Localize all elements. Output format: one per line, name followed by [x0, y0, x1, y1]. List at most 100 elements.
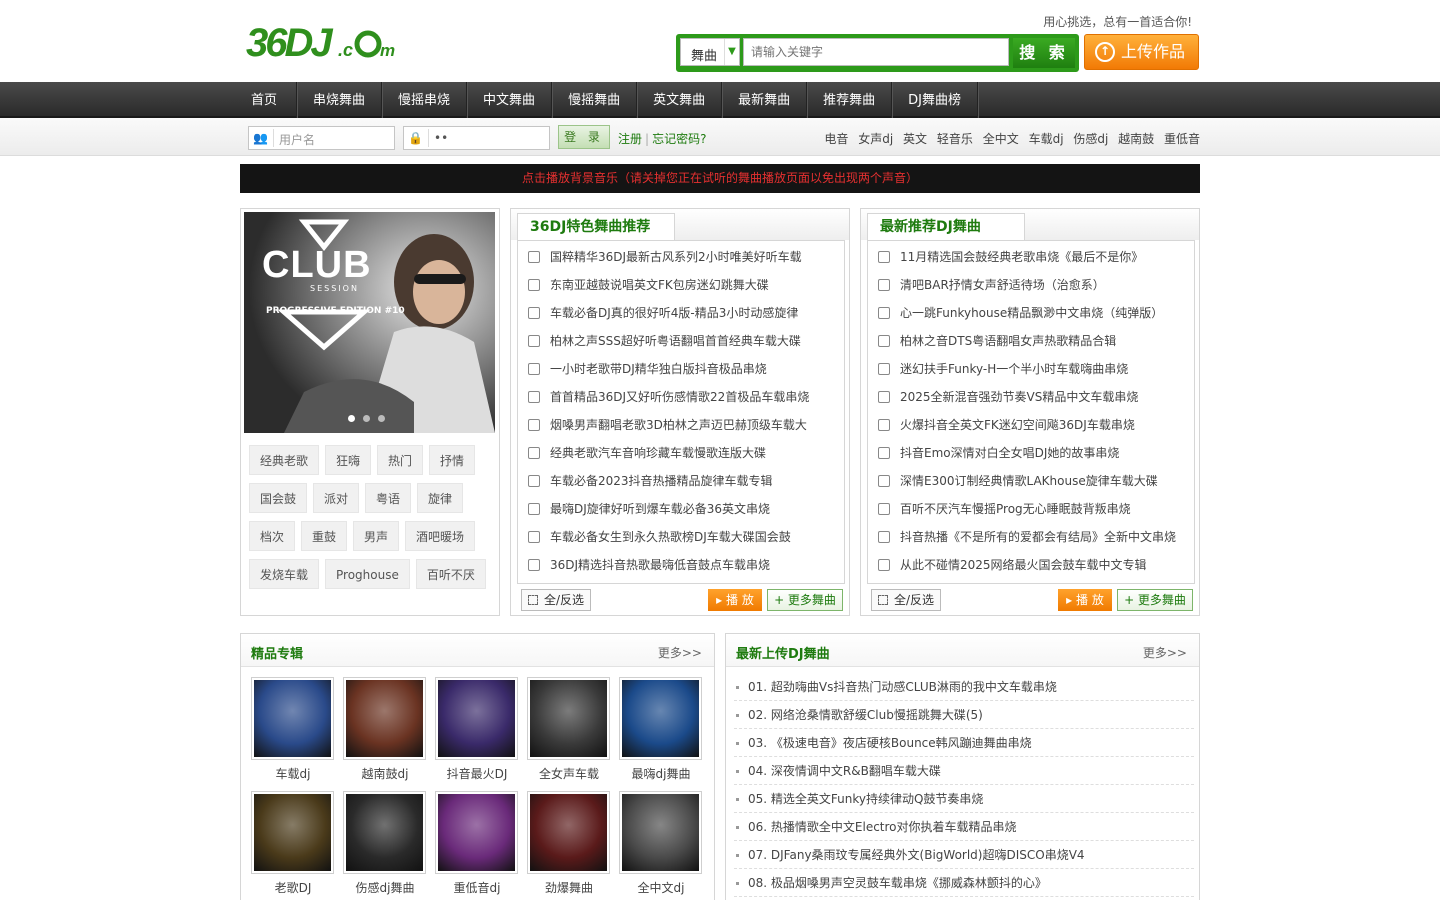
song-checkbox[interactable] [528, 307, 540, 319]
nav-item-chinese[interactable]: 中文舞曲 [467, 82, 553, 118]
song-checkbox[interactable] [878, 391, 890, 403]
song-item[interactable]: 抖音热播《不是所有的爱都会有结局》全新中文串烧 [868, 523, 1194, 551]
album-cover[interactable] [527, 677, 610, 760]
album-label[interactable]: 伤感dj舞曲 [343, 879, 427, 896]
song-item[interactable]: 最嗨DJ旋律好听到爆车载必备36英文串烧 [518, 495, 844, 523]
album-label[interactable]: 全女声车载 [527, 765, 611, 782]
site-logo[interactable]: 36DJ .c m [246, 18, 398, 64]
newest-song-item[interactable]: 06. 热播情歌全中文Electro对你执着车载精品串烧 [734, 813, 1194, 841]
albums-more-link[interactable]: 更多>> [658, 644, 702, 661]
tag-item[interactable]: 热门 [377, 445, 424, 475]
newest-song-item[interactable]: 04. 深夜情调中文R&B翻唱车载大碟 [734, 757, 1194, 785]
song-item[interactable]: 迷幻扶手Funky-H一个半小时车载嗨曲串烧 [868, 355, 1194, 383]
hot-tag[interactable]: 全中文 [983, 132, 1019, 146]
song-item[interactable]: 车载必备DJ真的很好听4版-精品3小时动感旋律 [518, 299, 844, 327]
song-checkbox[interactable] [878, 279, 890, 291]
song-item[interactable]: 柏林之音DTS粤语翻唱女声热歌精品合辑 [868, 327, 1194, 355]
tag-item[interactable]: Proghouse [325, 559, 410, 589]
username-field[interactable]: 👥 用户名 [248, 126, 395, 150]
nav-item-recommended[interactable]: 推荐舞曲 [807, 82, 893, 118]
song-item[interactable]: 车载必备女生到永久热歌榜DJ车载大碟国会鼓 [518, 523, 844, 551]
nav-item-latest[interactable]: 最新舞曲 [722, 82, 808, 118]
song-title[interactable]: 车载必备女生到永久热歌榜DJ车载大碟国会鼓 [550, 530, 791, 544]
song-title[interactable]: 2025全新混音强劲节奏VS精品中文车载串烧 [900, 390, 1138, 404]
upload-button[interactable]: ↑ 上传作品 [1084, 34, 1199, 70]
tag-item[interactable]: 抒情 [429, 445, 476, 475]
hot-tag[interactable]: 伤感dj [1073, 132, 1108, 146]
newest-song-item[interactable]: 01. 超劲嗨曲Vs抖音热门动感CLUB淋雨的我中文车载串烧 [734, 673, 1194, 701]
album-card[interactable]: 车载dj [251, 677, 335, 782]
recommended-title[interactable]: 最新推荐DJ舞曲 [867, 213, 1025, 241]
song-item[interactable]: 火爆抖音全英文FK迷幻空间飚36DJ车载串烧 [868, 411, 1194, 439]
song-checkbox[interactable] [878, 447, 890, 459]
song-item[interactable]: 百听不厌汽车慢摇Prog无心睡眠鼓背叛串烧 [868, 495, 1194, 523]
register-link[interactable]: 注册 [618, 132, 642, 146]
featured-title[interactable]: 36DJ特色舞曲推荐 [517, 213, 675, 241]
song-item[interactable]: 经典老歌汽车音响珍藏车载慢歌连版大碟 [518, 439, 844, 467]
song-title[interactable]: 烟嗓男声翻唱老歌3D柏林之声迈巴赫顶级车载大 [550, 418, 807, 432]
tag-item[interactable]: 酒吧暖场 [405, 521, 476, 551]
song-title[interactable]: 经典老歌汽车音响珍藏车载慢歌连版大碟 [550, 446, 766, 460]
song-checkbox[interactable] [878, 419, 890, 431]
newest-song-item[interactable]: 07. DJFany桑雨玟专属经典外文(BigWorld)超嗨DISCO串烧V4 [734, 841, 1194, 869]
song-checkbox[interactable] [878, 335, 890, 347]
song-title[interactable]: 从此不碰情2025网络最火国会鼓车载中文专辑 [900, 558, 1147, 572]
album-card[interactable]: 劲爆舞曲 [527, 791, 611, 896]
song-title[interactable]: 心一跳Funkyhouse精品飘渺中文串烧（纯弹版） [900, 306, 1163, 320]
song-checkbox[interactable] [528, 475, 540, 487]
tag-item[interactable]: 粤语 [365, 483, 412, 513]
album-card[interactable]: 抖音最火DJ [435, 677, 519, 782]
tag-item[interactable]: 国会鼓 [249, 483, 308, 513]
song-checkbox[interactable] [878, 531, 890, 543]
login-button[interactable]: 登 录 [558, 125, 610, 149]
song-item[interactable]: 从此不碰情2025网络最火国会鼓车载中文专辑 [868, 551, 1194, 579]
song-title[interactable]: 11月精选国会鼓经典老歌串烧《最后不是你》 [900, 250, 1143, 264]
song-title[interactable]: 抖音热播《不是所有的爱都会有结局》全新中文串烧 [900, 530, 1176, 544]
song-checkbox[interactable] [528, 363, 540, 375]
album-label[interactable]: 最嗨dj舞曲 [619, 765, 703, 782]
hot-tag[interactable]: 重低音 [1164, 132, 1200, 146]
hero-slider[interactable]: CLUB SESSION PROGRESSIVE EDITION #10 [244, 212, 495, 433]
search-input[interactable] [743, 38, 1009, 66]
song-title[interactable]: 国粹精华36DJ最新古风系列2小时唯美好听车载 [550, 250, 802, 264]
song-title[interactable]: 一小时老歌带DJ精华独白版抖音极品串烧 [550, 362, 767, 376]
song-title[interactable]: 东南亚越鼓说唱英文FK包房迷幻跳舞大碟 [550, 278, 769, 292]
tag-item[interactable]: 狂嗨 [325, 445, 372, 475]
tag-item[interactable]: 派对 [313, 483, 360, 513]
hot-tag[interactable]: 英文 [903, 132, 927, 146]
song-title[interactable]: 清吧BAR抒情女声舒适待场（治愈系） [900, 278, 1105, 292]
song-item[interactable]: 车载必备2023抖音热播精品旋律车载专辑 [518, 467, 844, 495]
album-card[interactable]: 老歌DJ [251, 791, 335, 896]
hot-tag[interactable]: 轻音乐 [937, 132, 973, 146]
album-label[interactable]: 全中文dj [619, 879, 703, 896]
hot-tag[interactable]: 越南鼓 [1118, 132, 1154, 146]
album-cover[interactable] [527, 791, 610, 874]
song-item[interactable]: 柏林之声SSS超好听粤语翻唱首首经典车载大碟 [518, 327, 844, 355]
slider-dot[interactable] [378, 415, 385, 422]
song-item[interactable]: 抖音Emo深情对白全女唱DJ她的故事串烧 [868, 439, 1194, 467]
song-item[interactable]: 一小时老歌带DJ精华独白版抖音极品串烧 [518, 355, 844, 383]
song-checkbox[interactable] [528, 335, 540, 347]
song-checkbox[interactable] [528, 447, 540, 459]
select-all-button[interactable]: 全/反选 [521, 589, 591, 611]
nav-item-home[interactable]: 首页 [240, 82, 298, 118]
song-item[interactable]: 烟嗓男声翻唱老歌3D柏林之声迈巴赫顶级车载大 [518, 411, 844, 439]
album-cover[interactable] [619, 677, 702, 760]
tag-item[interactable]: 档次 [249, 521, 296, 551]
song-item[interactable]: 首首精品36DJ又好听伤感情歌22首极品车载串烧 [518, 383, 844, 411]
password-field[interactable]: 🔒 •• [403, 126, 550, 150]
album-cover[interactable] [251, 791, 334, 874]
album-label[interactable]: 抖音最火DJ [435, 765, 519, 782]
song-title[interactable]: 车载必备DJ真的很好听4版-精品3小时动感旋律 [550, 306, 798, 320]
song-item[interactable]: 心一跳Funkyhouse精品飘渺中文串烧（纯弹版） [868, 299, 1194, 327]
song-item[interactable]: 2025全新混音强劲节奏VS精品中文车载串烧 [868, 383, 1194, 411]
album-label[interactable]: 越南鼓dj [343, 765, 427, 782]
slider-dot[interactable] [363, 415, 370, 422]
album-cover[interactable] [619, 791, 702, 874]
more-songs-button[interactable]: + 更多舞曲 [767, 589, 843, 611]
forgot-password-link[interactable]: 忘记密码? [652, 132, 706, 146]
tag-item[interactable]: 旋律 [417, 483, 464, 513]
album-cover[interactable] [435, 791, 518, 874]
nav-item-medley[interactable]: 串烧舞曲 [297, 82, 383, 118]
song-title[interactable]: 火爆抖音全英文FK迷幻空间飚36DJ车载串烧 [900, 418, 1135, 432]
